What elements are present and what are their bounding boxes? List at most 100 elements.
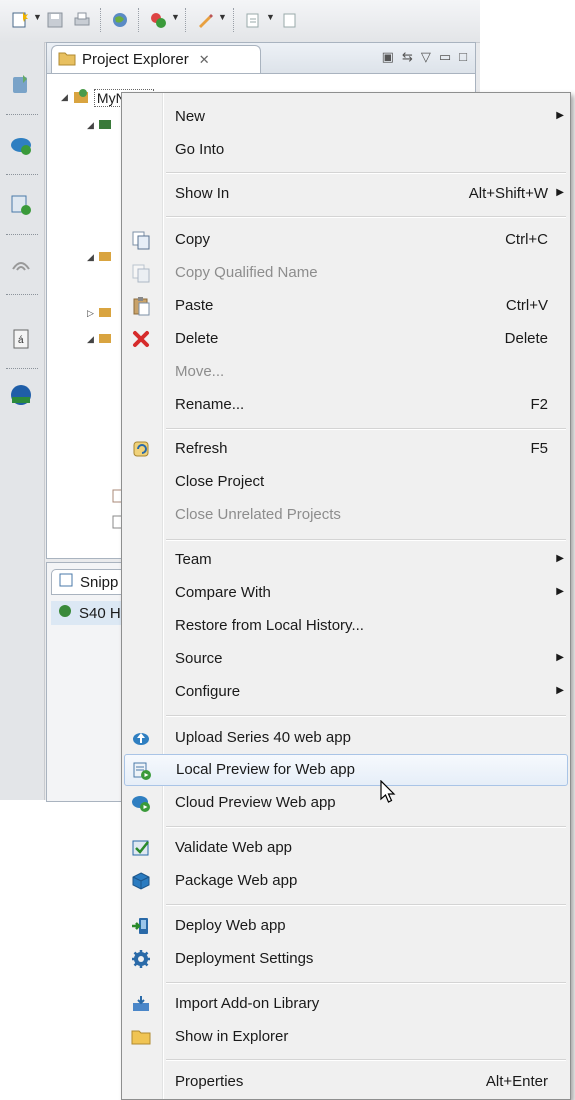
tree-item-folder[interactable]: ▷ — [87, 305, 112, 322]
maximize-icon[interactable]: □ — [459, 49, 467, 65]
expand-triangle-icon[interactable]: ◢ — [87, 252, 94, 263]
submenu-arrow-icon: ▶ — [556, 110, 564, 121]
menu-separator — [166, 216, 566, 218]
toolbar-separator — [233, 8, 235, 32]
menu-item-refresh[interactable]: Refresh F5 — [122, 433, 570, 465]
menu-item-label: Configure — [175, 683, 241, 700]
cloud-upload-icon[interactable] — [8, 132, 34, 158]
minimize-icon[interactable]: ▭ — [439, 49, 451, 65]
save-icon[interactable] — [45, 10, 65, 30]
svg-text:á: á — [18, 335, 24, 346]
menu-item-cloud-preview[interactable]: Cloud Preview Web app — [122, 787, 570, 819]
menu-item-label: Copy Qualified Name — [175, 264, 318, 281]
package-icon — [130, 870, 152, 892]
trim-separator — [6, 234, 38, 235]
menu-item-restore-local-history[interactable]: Restore from Local History... — [122, 610, 570, 642]
menu-item-close-unrelated-projects[interactable]: Close Unrelated Projects — [122, 499, 570, 531]
expand-triangle-icon[interactable]: ◢ — [61, 92, 68, 103]
expand-triangle-icon[interactable]: ◢ — [87, 120, 94, 131]
expand-triangle-icon[interactable]: ◢ — [87, 334, 94, 345]
menu-item-close-project[interactable]: Close Project — [122, 466, 570, 498]
cloud-upload-icon — [130, 727, 152, 749]
context-menu: New ▶ Go Into Show In Alt+Shift+W ▶ Copy… — [121, 92, 571, 1100]
pen-tool-icon[interactable] — [195, 10, 215, 30]
new-dropdown-icon[interactable]: ▼ — [33, 12, 42, 22]
menu-item-compare-with[interactable]: Compare With ▶ — [122, 577, 570, 609]
project-explorer-tab[interactable]: Project Explorer ✕ — [51, 45, 261, 73]
view-menu-icon[interactable]: ▽ — [421, 49, 431, 65]
deploy-icon — [130, 915, 152, 937]
snippets-icon — [58, 572, 74, 592]
menu-item-deploy[interactable]: Deploy Web app — [122, 910, 570, 942]
link-editor-icon[interactable]: ⇆ — [402, 49, 413, 65]
menu-item-rename[interactable]: Rename... F2 — [122, 389, 570, 421]
wireless-icon[interactable] — [8, 252, 34, 278]
menu-item-label: Deployment Settings — [175, 950, 314, 967]
navigate-dropdown-icon[interactable]: ▼ — [266, 12, 275, 22]
menu-item-shortcut: Delete — [504, 330, 548, 347]
trim-separator — [6, 294, 38, 295]
new-wizard-icon[interactable] — [10, 10, 30, 30]
pen-dropdown-icon[interactable]: ▼ — [218, 12, 227, 22]
tree-item-child[interactable]: ◢ — [87, 117, 112, 134]
menu-item-configure[interactable]: Configure ▶ — [122, 676, 570, 708]
menu-item-copy[interactable]: Copy Ctrl+C — [122, 224, 570, 256]
view-toolbar: ▣ ⇆ ▽ ▭ □ — [382, 49, 467, 65]
collapse-triangle-icon[interactable]: ▷ — [87, 308, 94, 319]
device-icon[interactable]: á — [8, 326, 34, 352]
menu-separator — [166, 715, 566, 717]
menu-item-delete[interactable]: Delete Delete — [122, 323, 570, 355]
tree-item-folder[interactable]: ◢ — [87, 331, 112, 348]
menu-item-label: New — [175, 108, 206, 125]
menu-separator — [166, 826, 566, 828]
menu-item-shortcut: F2 — [530, 396, 548, 413]
menu-item-source[interactable]: Source ▶ — [122, 643, 570, 675]
menu-item-show-in-explorer[interactable]: Show in Explorer — [122, 1021, 570, 1053]
folder-icon — [98, 331, 112, 348]
navigate-icon[interactable] — [243, 10, 263, 30]
s40-emulator-icon[interactable] — [8, 72, 34, 98]
menu-item-label: Move... — [175, 363, 225, 380]
menu-item-validate[interactable]: Validate Web app — [122, 832, 570, 864]
gear-icon — [130, 948, 152, 970]
menu-item-new[interactable]: New ▶ — [122, 101, 570, 133]
globe-icon[interactable] — [110, 10, 130, 30]
snippets-tab-label: Snipp — [80, 573, 119, 591]
menu-item-deployment-settings[interactable]: Deployment Settings — [122, 943, 570, 975]
menu-item-label: Local Preview for Web app — [176, 761, 355, 778]
menu-item-upload-series-40[interactable]: Upload Series 40 web app — [122, 722, 570, 754]
menu-item-show-in[interactable]: Show In Alt+Shift+W ▶ — [122, 178, 570, 210]
menu-item-label: Properties — [175, 1073, 244, 1090]
menu-item-go-into[interactable]: Go Into — [122, 134, 570, 166]
snippets-row-label: S40 H — [79, 604, 121, 622]
menu-item-local-preview[interactable]: Local Preview for Web app — [124, 754, 568, 786]
s40-icon — [57, 603, 73, 623]
submenu-arrow-icon: ▶ — [556, 187, 564, 198]
menu-item-paste[interactable]: Paste Ctrl+V — [122, 290, 570, 322]
delete-icon — [130, 328, 152, 350]
web-app-badge-icon[interactable] — [8, 382, 34, 408]
menu-item-label: Deploy Web app — [175, 917, 286, 934]
run-dropdown-icon[interactable]: ▼ — [171, 12, 180, 22]
menu-item-import-addon[interactable]: Import Add-on Library — [122, 988, 570, 1020]
run-debug-icon[interactable] — [148, 10, 168, 30]
local-preview-trim-icon[interactable] — [8, 192, 34, 218]
menu-item-team[interactable]: Team ▶ — [122, 544, 570, 576]
menu-item-shortcut: Ctrl+C — [505, 231, 548, 248]
close-tab-icon[interactable]: ✕ — [199, 52, 210, 68]
collapse-all-icon[interactable]: ▣ — [382, 49, 394, 65]
tree-item-folder[interactable]: ◢ — [87, 249, 112, 266]
toolbar-separator — [138, 8, 140, 32]
menu-item-label: Compare With — [175, 584, 271, 601]
menu-item-move[interactable]: Move... — [122, 356, 570, 388]
menu-item-shortcut: F5 — [530, 440, 548, 457]
validate-icon — [130, 837, 152, 859]
menu-item-shortcut: Ctrl+V — [505, 297, 548, 314]
menu-item-properties[interactable]: Properties Alt+Enter — [122, 1066, 570, 1098]
menu-item-package[interactable]: Package Web app — [122, 865, 570, 897]
print-icon[interactable] — [72, 10, 92, 30]
menu-item-label: Paste — [175, 297, 214, 314]
next-annotation-icon[interactable] — [280, 10, 300, 30]
menu-item-copy-qualified-name[interactable]: Copy Qualified Name — [122, 257, 570, 289]
menu-separator — [166, 1059, 566, 1061]
